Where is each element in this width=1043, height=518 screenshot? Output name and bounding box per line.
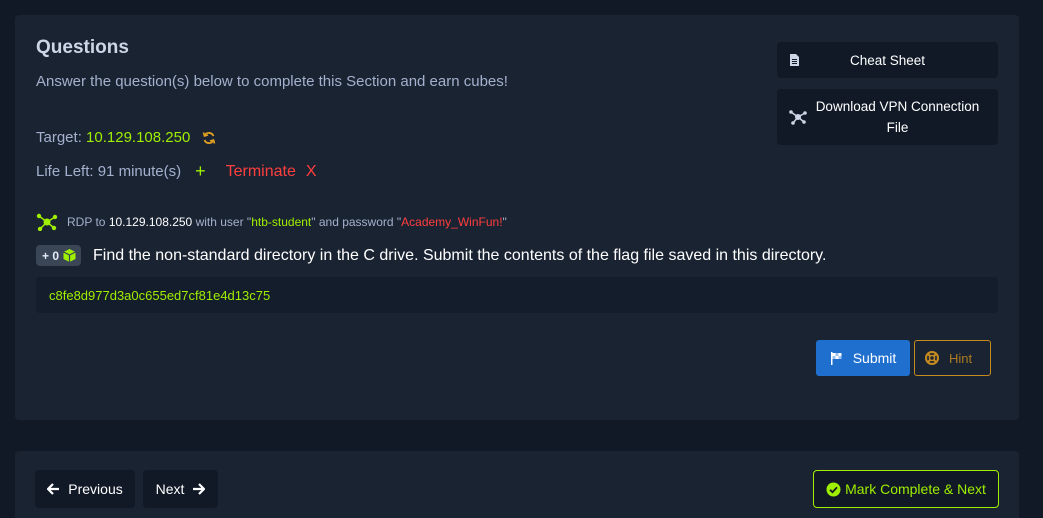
arrow-right-icon bbox=[193, 483, 206, 495]
rdp-ip: 10.129.108.250 bbox=[108, 215, 193, 229]
submit-label: Submit bbox=[852, 350, 897, 366]
questions-title: Questions bbox=[36, 37, 129, 58]
submit-button[interactable]: Submit bbox=[816, 340, 910, 376]
mark-complete-label: Mark Complete & Next bbox=[845, 481, 986, 497]
next-button[interactable]: Next bbox=[143, 470, 218, 508]
document-icon bbox=[790, 54, 799, 66]
cube-icon bbox=[63, 249, 76, 262]
questions-subtitle: Answer the question(s) below to complete… bbox=[36, 73, 508, 90]
next-label: Next bbox=[155, 481, 185, 497]
terminate-button[interactable]: Terminate bbox=[226, 163, 296, 181]
footer-nav: Previous Next Mark Complete & Next bbox=[15, 451, 1019, 518]
rdp-info: RDP to 10.129.108.250 with user " htb-st… bbox=[36, 213, 507, 231]
network-nodes-icon bbox=[36, 213, 58, 231]
rdp-and-password: " and password " bbox=[311, 215, 402, 229]
target-ip: 10.129.108.250 bbox=[86, 129, 191, 146]
question-row: + 0 Find the non-standard directory in t… bbox=[36, 245, 826, 266]
refresh-icon[interactable] bbox=[202, 131, 216, 145]
hint-label: Hint bbox=[949, 350, 973, 366]
questions-panel: Questions Answer the question(s) below t… bbox=[15, 15, 1019, 420]
target-label: Target: bbox=[36, 129, 82, 146]
question-text: Find the non-standard directory in the C… bbox=[93, 246, 827, 264]
vpn-label: Download VPN Connection File bbox=[816, 96, 980, 138]
previous-label: Previous bbox=[68, 481, 123, 497]
rdp-suffix: " bbox=[502, 215, 507, 229]
rdp-with-user: with user " bbox=[195, 215, 252, 229]
life-row: Life Left: 91 minute(s) + Terminate X bbox=[36, 161, 317, 182]
life-label: Life Left: bbox=[36, 163, 94, 180]
cheat-sheet-button[interactable]: Cheat Sheet bbox=[777, 42, 998, 78]
cube-count: + 0 bbox=[42, 248, 60, 263]
mark-complete-button[interactable]: Mark Complete & Next bbox=[813, 470, 999, 508]
life-value: 91 minute(s) bbox=[97, 163, 182, 180]
target-row: Target: 10.129.108.250 bbox=[36, 129, 216, 146]
vpn-label-line1: Download VPN Connection bbox=[815, 99, 980, 114]
arrow-left-icon bbox=[47, 483, 60, 495]
download-vpn-button[interactable]: Download VPN Connection File bbox=[777, 89, 998, 145]
previous-button[interactable]: Previous bbox=[35, 470, 135, 508]
lifebuoy-icon bbox=[925, 351, 939, 365]
rdp-prefix: RDP to bbox=[67, 215, 106, 229]
flag-icon bbox=[830, 351, 842, 365]
rdp-password: Academy_WinFun! bbox=[401, 215, 503, 229]
vpn-label-line2: File bbox=[886, 120, 909, 135]
hint-button[interactable]: Hint bbox=[914, 340, 991, 376]
answer-input[interactable] bbox=[36, 277, 998, 313]
cube-reward-badge: + 0 bbox=[36, 245, 82, 266]
check-circle-icon bbox=[826, 482, 841, 496]
terminate-x-icon[interactable]: X bbox=[306, 163, 317, 181]
network-icon bbox=[789, 110, 807, 125]
extend-time-button[interactable]: + bbox=[195, 161, 206, 182]
cheat-sheet-label: Cheat Sheet bbox=[849, 52, 926, 68]
rdp-user: htb-student bbox=[251, 215, 312, 229]
